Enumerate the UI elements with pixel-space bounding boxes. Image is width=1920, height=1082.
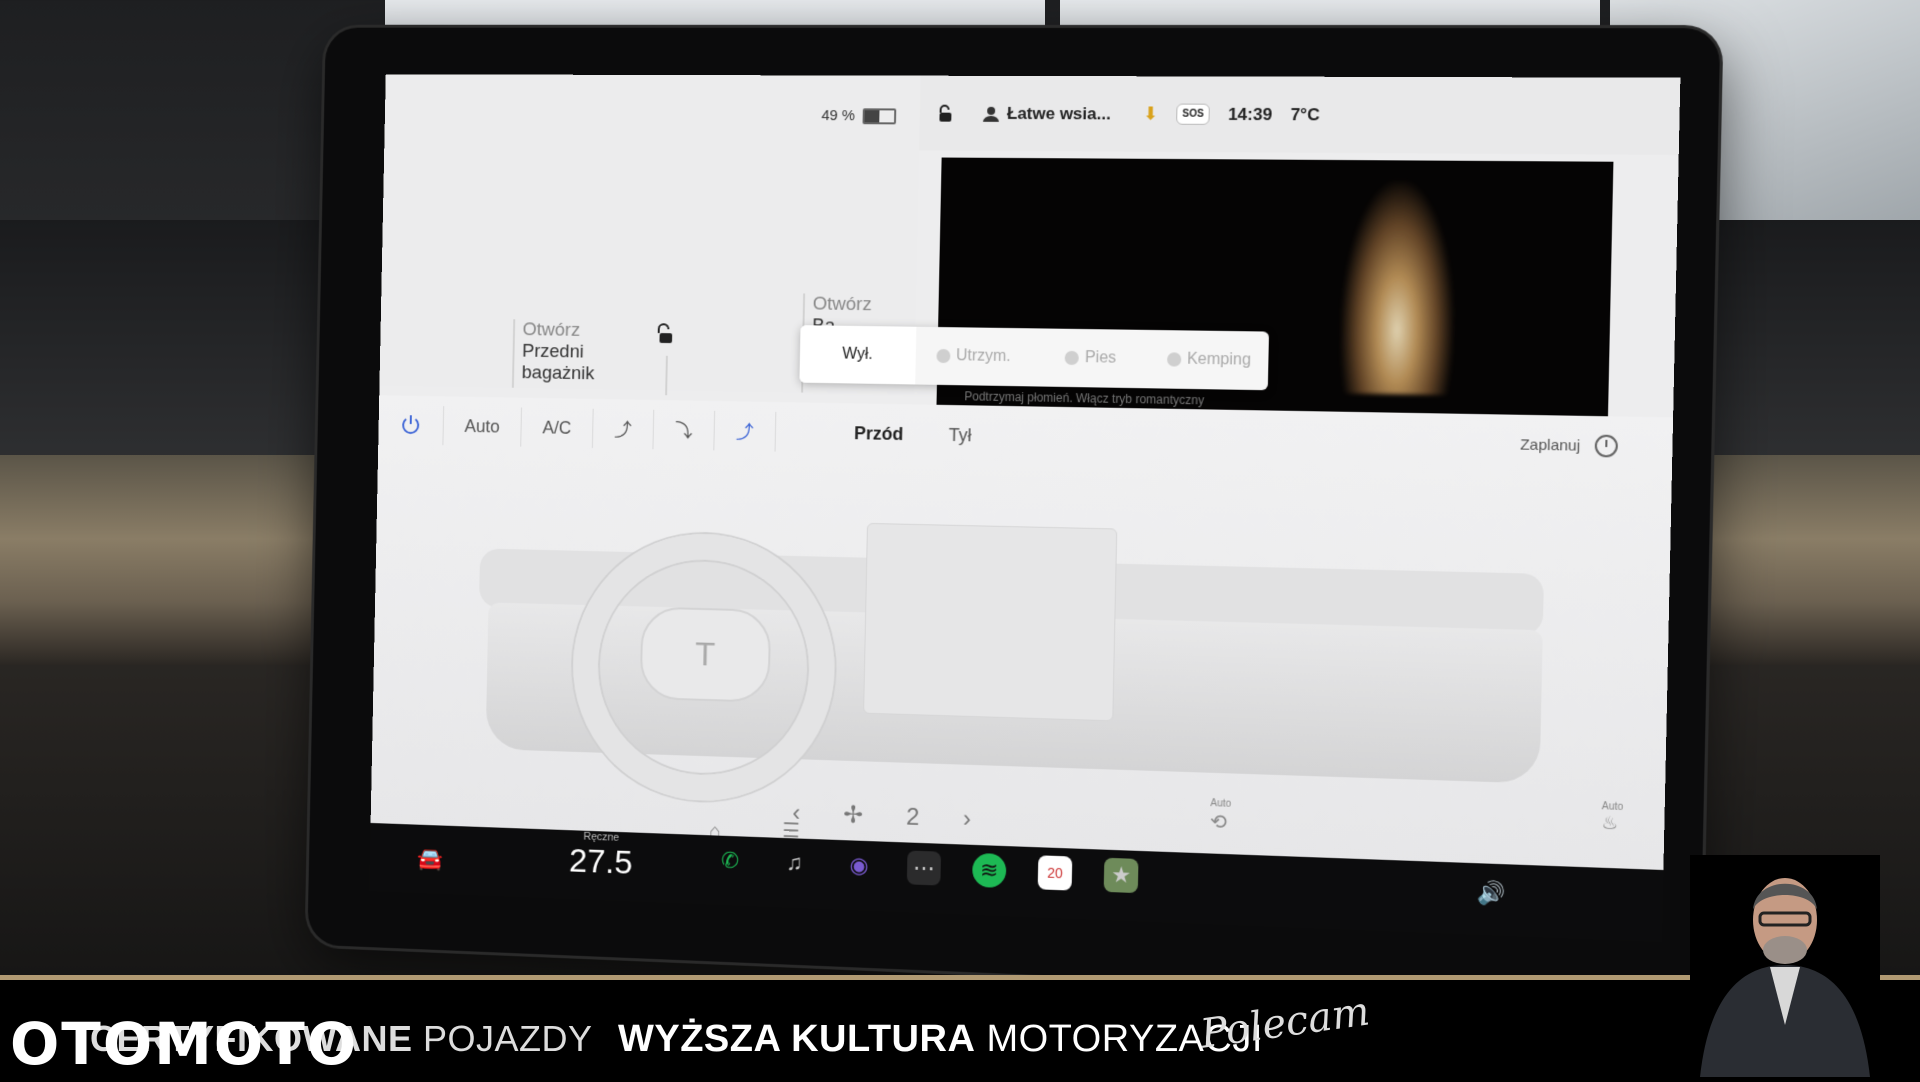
presenter-photo	[1690, 855, 1880, 1077]
sos-button[interactable]: SOS	[1176, 104, 1210, 125]
music-icon[interactable]: ♫	[777, 846, 811, 881]
fan-icon: ✢	[843, 800, 863, 829]
option-keep-label: Utrzym.	[956, 347, 1011, 366]
airflow-face-icon: ⤴	[614, 416, 632, 442]
airflow-feet-icon: ⤵	[675, 417, 693, 443]
fan-speed-value: 2	[906, 803, 920, 831]
spotify-icon[interactable]: ≋	[972, 853, 1006, 888]
recirculation-label: Auto	[1210, 798, 1231, 810]
tab-front[interactable]: Przód	[854, 423, 904, 445]
video-caption: Podtrzymaj płomień. Włącz tryb romantycz…	[964, 389, 1204, 407]
front-trunk-label-2: bagażnik	[522, 362, 595, 385]
driver-profile[interactable]: Łatwe wsia...	[983, 103, 1111, 124]
airflow-face-button[interactable]: ⤴	[593, 409, 654, 449]
temperature-value: 27.5	[569, 842, 633, 883]
seat-heater-right-label: Auto	[1602, 801, 1624, 813]
banner-tagline-2: WYŻSZA KULTURA MOTORYZACJI	[618, 1018, 1263, 1061]
tagline-2-bold: WYŻSZA KULTURA	[618, 1018, 975, 1060]
battery-percent: 49 %	[821, 107, 855, 124]
divider	[665, 356, 668, 395]
airflow-windshield-button[interactable]: ⤴	[714, 411, 776, 452]
otomoto-logo: OTOMOTO	[10, 1010, 358, 1078]
camera-icon[interactable]: ◉	[842, 848, 876, 883]
option-camp[interactable]: Kemping	[1149, 330, 1269, 390]
clock-icon	[1595, 435, 1619, 458]
profile-name: Łatwe wsia...	[1007, 103, 1111, 123]
unlock-icon[interactable]	[653, 323, 675, 345]
battery-indicator: 49 %	[821, 107, 896, 124]
front-trunk-label-1: Przedni	[522, 341, 595, 364]
fire-animation	[1339, 180, 1457, 395]
car-icon[interactable]: 🚘	[417, 846, 443, 872]
recirculation-icon: ⟲	[1210, 809, 1231, 835]
volume-icon[interactable]: 🔊	[1477, 880, 1506, 908]
option-camp-label: Kemping	[1187, 351, 1251, 370]
clock: 14:39	[1228, 104, 1273, 124]
option-off[interactable]: Wył.	[799, 325, 916, 384]
seat-heater-right-icon: ♨	[1601, 812, 1623, 834]
download-icon[interactable]: ⬇	[1143, 103, 1159, 124]
seat-heater-right-button[interactable]: Auto ♨	[1601, 801, 1623, 835]
recirculation-button[interactable]: Auto ⟲	[1210, 798, 1232, 835]
cabin-illustration: T	[409, 464, 1629, 827]
airflow-feet-button[interactable]: ⤵	[653, 410, 715, 451]
front-trunk-action: Otwórz	[522, 319, 595, 342]
lock-icon[interactable]	[937, 104, 953, 122]
power-icon	[399, 413, 422, 437]
option-keep[interactable]: Utrzym.	[915, 327, 1033, 387]
fan-speed-control: ‹ ✢ 2 ›	[792, 799, 971, 834]
paw-icon	[1065, 351, 1079, 365]
ac-button[interactable]: A/C	[521, 407, 593, 448]
more-apps-icon[interactable]: ⋯	[907, 850, 941, 885]
option-dog[interactable]: Pies	[1031, 328, 1150, 388]
outside-temperature: 7°C	[1290, 105, 1320, 125]
touchscreen: 49 % Otwórz Przedni bagażnik Otwórz Ba	[369, 74, 1680, 942]
airflow-windshield-icon: ⤴	[736, 418, 754, 444]
open-front-trunk-button[interactable]: Otwórz Przedni bagażnik	[512, 319, 596, 389]
person-icon	[983, 105, 999, 121]
tagline-1-rest: POJAZDY	[413, 1018, 593, 1059]
calendar-icon[interactable]: 20	[1038, 855, 1073, 890]
option-off-label: Wył.	[842, 346, 873, 364]
tent-icon	[1167, 352, 1181, 366]
schedule-button[interactable]: Zaplanuj	[1520, 433, 1618, 457]
phone-icon[interactable]: ✆	[713, 843, 747, 878]
driver-temperature-control[interactable]: Ręczne 27.5	[569, 830, 634, 882]
tesla-logo-icon: T	[640, 606, 772, 702]
status-bar: Łatwe wsia... ⬇ SOS 14:39 7°C	[919, 76, 1680, 155]
calendar-day: 20	[1047, 865, 1063, 882]
battery-icon	[863, 108, 897, 124]
app-launcher: ✆ ♫ ◉ ⋯ ≋ 20 ★	[713, 843, 1138, 893]
zone-tabs: Przód Tył	[854, 423, 972, 446]
rear-trunk-action: Otwórz	[813, 294, 872, 317]
fan-decrease-button[interactable]: ‹	[792, 799, 800, 827]
toybox-icon[interactable]: ★	[1104, 858, 1139, 893]
auto-button[interactable]: Auto	[443, 406, 522, 447]
tab-rear[interactable]: Tył	[949, 424, 972, 445]
climate-power-button[interactable]	[378, 405, 444, 445]
schedule-label: Zaplanuj	[1520, 436, 1580, 455]
fan-icon	[936, 349, 950, 363]
fan-increase-button[interactable]: ›	[963, 805, 972, 833]
option-dog-label: Pies	[1085, 349, 1117, 368]
center-display-illustration	[863, 523, 1117, 721]
climate-keeper-selector: Wył. Utrzym. Pies Kemping	[799, 325, 1269, 390]
